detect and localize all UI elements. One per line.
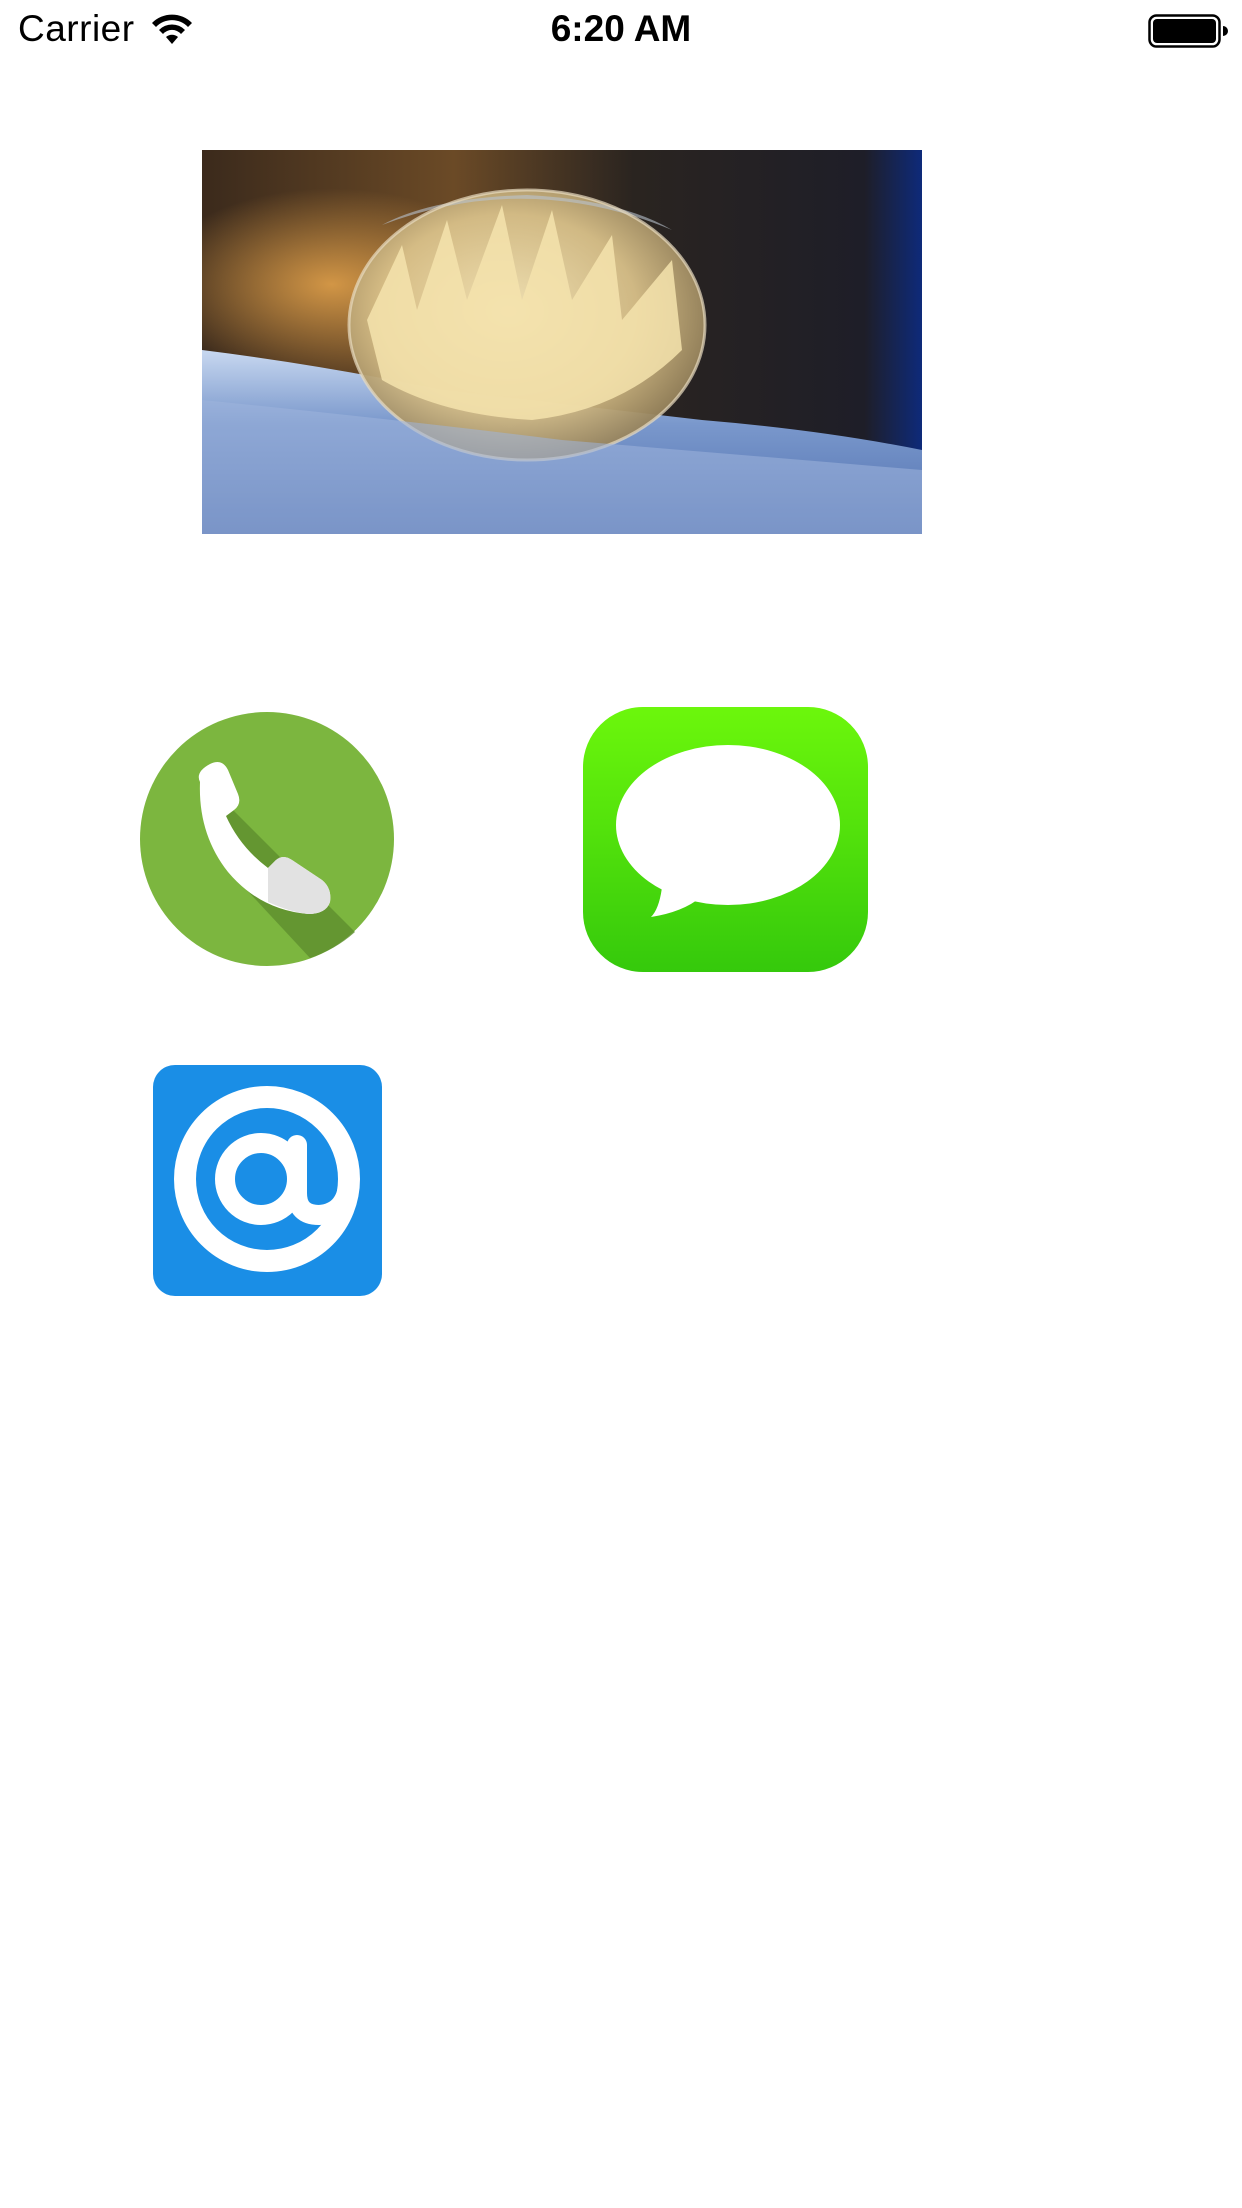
at-sign-icon[interactable] <box>153 1065 382 1296</box>
app-screen: Carrier 6:20 AM <box>0 0 1242 2208</box>
frozen-bubble-photo <box>202 150 922 534</box>
status-time: 6:20 AM <box>550 8 692 49</box>
battery-full-icon <box>1148 14 1228 48</box>
status-bar: Carrier 6:20 AM <box>0 0 1242 60</box>
phone-icon[interactable] <box>140 712 394 966</box>
message-icon[interactable] <box>583 707 868 972</box>
